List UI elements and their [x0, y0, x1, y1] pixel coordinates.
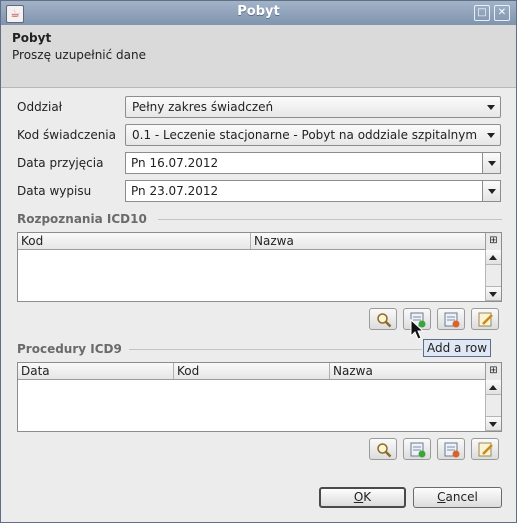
- icd9-delete-row-button[interactable]: [437, 438, 465, 460]
- icd10-edit-row-button[interactable]: [471, 308, 499, 330]
- data-wypisu-value: Pn 23.07.2012: [131, 184, 219, 198]
- icd10-section-title: Rozpoznania ICD10: [17, 212, 147, 226]
- scroll-up-button[interactable]: [486, 250, 501, 265]
- kod-swiadczenia-select[interactable]: 0.1 - Leczenie stacjonarne - Pobyt na od…: [125, 124, 501, 146]
- header-subtitle: Proszę uzupełnić dane: [12, 48, 147, 62]
- column-header-kod[interactable]: Kod: [174, 363, 330, 379]
- oddzial-select[interactable]: Pełny zakres świadczeń: [125, 96, 501, 118]
- data-przyjecia-picker-button[interactable]: [482, 152, 501, 174]
- search-icon: [377, 443, 392, 458]
- scroll-down-button[interactable]: [486, 416, 501, 431]
- data-wypisu-label: Data wypisu: [17, 184, 92, 198]
- scroll-up-button[interactable]: [486, 380, 501, 395]
- icd9-vertical-scrollbar[interactable]: [485, 380, 501, 431]
- data-przyjecia-field[interactable]: Pn 16.07.2012: [125, 152, 483, 174]
- chevron-down-icon: [488, 161, 496, 166]
- icd9-search-button[interactable]: [369, 438, 397, 460]
- delete-row-icon: [444, 442, 460, 458]
- column-header-nazwa[interactable]: Nazwa: [251, 233, 486, 249]
- icd9-section-divider: [129, 349, 422, 350]
- search-icon: [377, 313, 392, 328]
- header-title: Pobyt: [12, 31, 52, 45]
- mouse-cursor-icon: [410, 319, 424, 340]
- maximize-icon[interactable]: □: [474, 5, 490, 21]
- cancel-mnemonic: C: [437, 490, 446, 504]
- ok-label-rest: K: [363, 490, 372, 504]
- column-header-kod[interactable]: Kod: [18, 233, 251, 249]
- arrow-down-icon: [489, 422, 497, 427]
- icd10-table-header: Kod Nazwa: [18, 233, 486, 250]
- data-wypisu-picker-button[interactable]: [482, 180, 501, 202]
- icd9-section-title: Procedury ICD9: [17, 342, 122, 356]
- icd9-table[interactable]: Data Kod Nazwa ⊞: [17, 362, 502, 432]
- edit-row-icon: [478, 312, 493, 327]
- cancel-label-rest: ancel: [445, 490, 478, 504]
- icd9-table-header: Data Kod Nazwa: [18, 363, 486, 380]
- tooltip: Add a row: [423, 339, 492, 357]
- ok-button[interactable]: OK: [319, 487, 406, 508]
- column-chooser-icon[interactable]: ⊞: [485, 233, 501, 250]
- chevron-down-icon: [487, 105, 495, 110]
- kod-swiadczenia-label: Kod świadczenia: [17, 128, 116, 142]
- arrow-down-icon: [489, 292, 497, 297]
- ok-mnemonic: O: [353, 490, 364, 504]
- cancel-button[interactable]: Cancel: [413, 487, 502, 508]
- dialog-header: Pobyt Proszę uzupełnić dane: [1, 25, 516, 88]
- title-bar[interactable]: ☕ Pobyt □ ✕: [1, 1, 516, 25]
- data-przyjecia-value: Pn 16.07.2012: [131, 156, 219, 170]
- column-header-data[interactable]: Data: [18, 363, 174, 379]
- edit-row-icon: [478, 442, 493, 457]
- icd10-table[interactable]: Kod Nazwa ⊞: [17, 232, 502, 302]
- oddzial-value: Pełny zakres świadczeń: [132, 100, 274, 114]
- arrow-up-icon: [489, 385, 497, 390]
- delete-row-icon: [444, 312, 460, 328]
- icd10-vertical-scrollbar[interactable]: [485, 250, 501, 301]
- window-title: Pobyt: [237, 4, 280, 19]
- kod-swiadczenia-value: 0.1 - Leczenie stacjonarne - Pobyt na od…: [132, 128, 478, 142]
- oddzial-label: Oddział: [17, 100, 63, 114]
- dialog-window: ☕ Pobyt □ ✕ Pobyt Proszę uzupełnić dane …: [0, 0, 517, 523]
- data-przyjecia-label: Data przyjęcia: [17, 156, 104, 170]
- icd9-add-row-button[interactable]: [403, 438, 431, 460]
- chevron-down-icon: [487, 133, 495, 138]
- icd9-edit-row-button[interactable]: [471, 438, 499, 460]
- column-chooser-icon[interactable]: ⊞: [485, 363, 501, 380]
- icd10-section-divider: [158, 219, 502, 220]
- chevron-down-icon: [488, 189, 496, 194]
- icd10-search-button[interactable]: [369, 308, 397, 330]
- column-header-nazwa[interactable]: Nazwa: [330, 363, 486, 379]
- add-row-icon: [410, 442, 426, 458]
- arrow-up-icon: [489, 255, 497, 260]
- icd10-delete-row-button[interactable]: [437, 308, 465, 330]
- close-icon[interactable]: ✕: [494, 5, 510, 21]
- data-wypisu-field[interactable]: Pn 23.07.2012: [125, 180, 483, 202]
- scroll-down-button[interactable]: [486, 286, 501, 301]
